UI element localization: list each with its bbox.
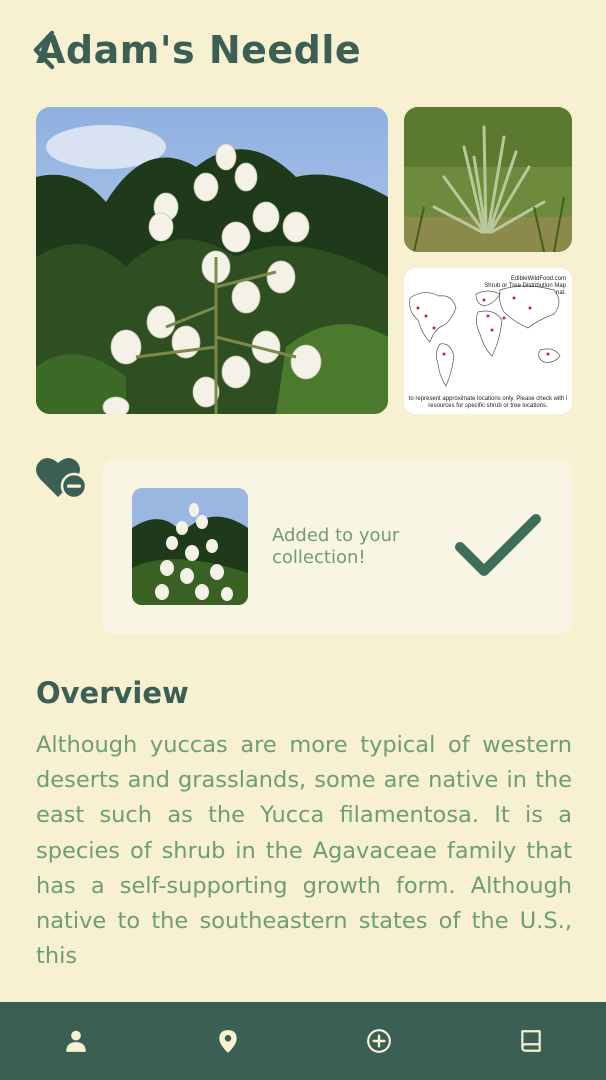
location-pin-icon <box>219 1030 237 1053</box>
book-icon <box>521 1030 541 1052</box>
plant-name-title: Adam's Needle <box>36 28 362 72</box>
map-header-line: nat. <box>555 290 566 296</box>
overview-heading: Overview <box>36 676 189 710</box>
nav-add-button[interactable] <box>362 1024 396 1058</box>
nav-profile-button[interactable] <box>59 1024 93 1058</box>
collection-thumbnail <box>132 488 248 605</box>
add-circle-icon <box>367 1029 391 1053</box>
nav-collection-button[interactable] <box>514 1024 548 1058</box>
plant-habit-photo[interactable] <box>404 107 572 252</box>
nav-map-button[interactable] <box>211 1024 245 1058</box>
map-header-line: Shrub or Tree Distribution Map <box>484 283 566 289</box>
heart-minus-icon[interactable] <box>34 455 90 501</box>
map-footer-line: to represent approximate locations only.… <box>408 396 568 402</box>
collection-confirmation-card: Added to your collection! <box>102 459 572 634</box>
person-icon <box>66 1030 86 1052</box>
overview-description: Although yuccas are more typical of west… <box>36 732 572 970</box>
main-plant-photo[interactable] <box>36 107 388 414</box>
checkmark-icon <box>455 514 541 576</box>
distribution-map-image[interactable]: EdibleWildFood.com Shrub or Tree Distrib… <box>404 268 572 414</box>
bottom-navigation-bar <box>0 1002 606 1080</box>
map-header-line: EdibleWildFood.com <box>510 276 566 282</box>
collection-status-message: Added to your collection! <box>272 525 400 568</box>
map-footer-line: resources for specific shrub or tree loc… <box>428 403 548 409</box>
